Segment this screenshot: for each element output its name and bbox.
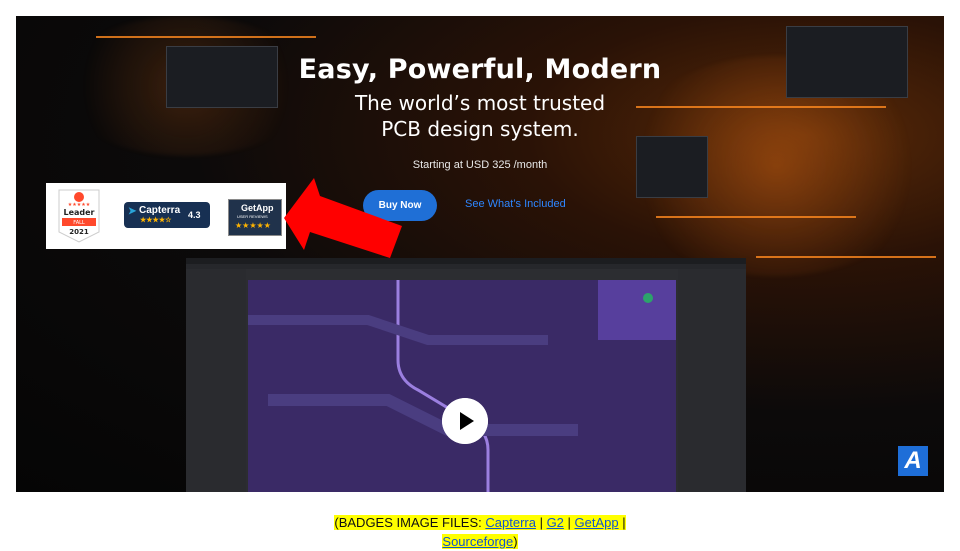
circuit-trace — [656, 216, 856, 218]
caption-separator: | — [563, 515, 575, 530]
hero-subheading: The world’s most trusted PCB design syst… — [16, 90, 944, 142]
caption-separator: | — [618, 515, 626, 530]
app-right-panel — [678, 269, 746, 492]
g2-season-text: FALL — [73, 220, 85, 226]
pcb-canvas — [248, 280, 676, 492]
getapp-label: GetApp — [241, 203, 274, 213]
capterra-badge: ➤ Capterra ★★★★☆ 4.3 — [124, 202, 210, 228]
app-left-panel — [186, 269, 246, 492]
subheading-line-2: PCB design system. — [381, 117, 579, 141]
capterra-score: 4.3 — [188, 210, 201, 220]
sourceforge-file-link[interactable]: Sourceforge — [442, 534, 513, 549]
capterra-label: Capterra — [139, 205, 181, 216]
g2-badge-icon: ★★★★★ Leader FALL 2021 — [58, 189, 100, 243]
capterra-stars-icon: ★★★★☆ — [140, 217, 172, 224]
subheading-line-1: The world’s most trusted — [354, 91, 606, 115]
getapp-sub: USER REVIEWS — [237, 214, 268, 219]
g2-leader-text: Leader — [63, 208, 94, 217]
badges-caption: (BADGES IMAGE FILES: Capterra | G2 | Get… — [0, 513, 960, 551]
circuit-trace — [96, 36, 316, 38]
review-badges: ★★★★★ Leader FALL 2021 ➤ Capterra ★★★★☆ … — [46, 183, 286, 249]
caption-prefix: (BADGES IMAGE FILES: — [334, 515, 486, 530]
capterra-file-link[interactable]: Capterra — [485, 515, 536, 530]
caption-suffix: ) — [513, 534, 518, 549]
circuit-trace — [756, 256, 936, 258]
g2-file-link[interactable]: G2 — [547, 515, 564, 530]
app-screenshot[interactable] — [186, 258, 746, 492]
getapp-badge: GetApp USER REVIEWS ★★★★★ — [228, 199, 282, 236]
price-text: Starting at USD 325 /month — [412, 159, 548, 171]
caption-highlight: (BADGES IMAGE FILES: Capterra | G2 | Get… — [334, 515, 626, 549]
g2-year-text: 2021 — [69, 228, 89, 236]
capterra-arrow-icon: ➤ — [128, 206, 137, 217]
altium-logo: A — [898, 446, 928, 476]
pcb-traces-icon — [248, 280, 676, 492]
caption-separator: | — [535, 515, 547, 530]
see-whats-included-link[interactable]: See What’s Included — [465, 198, 566, 210]
play-button[interactable] — [442, 398, 488, 444]
getapp-stars-icon: ★★★★★ — [235, 221, 271, 230]
app-menubar — [186, 264, 746, 269]
getapp-file-link[interactable]: GetApp — [575, 515, 619, 530]
hero-headline: Easy, Powerful, Modern — [298, 54, 662, 85]
red-arrow-icon — [284, 178, 402, 258]
